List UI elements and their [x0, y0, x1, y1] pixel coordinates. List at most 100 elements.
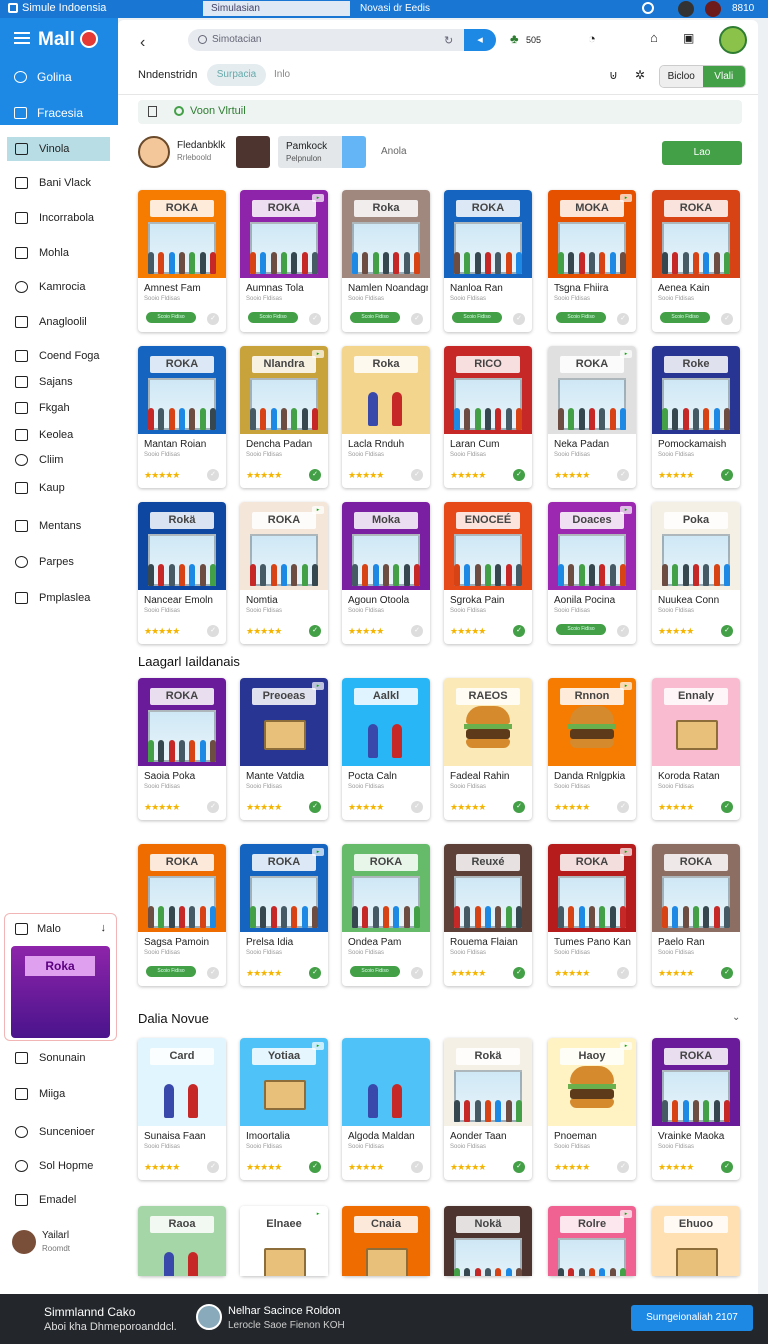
check-icon[interactable]: ✓	[411, 313, 423, 325]
product-card[interactable]: Poka Nuukea Conn Sooio Fldisas ★★★★★ ✓	[652, 502, 740, 644]
store-avatar[interactable]	[138, 136, 170, 168]
sidebar-item-14[interactable]: Pmplaslea	[7, 586, 110, 610]
sidebar-item-b3[interactable]: Sol Hopme	[7, 1154, 110, 1178]
product-card[interactable]: Preoeas ▸ Mante Vatdia Sooio Fldisas ★★★★★ ✓	[240, 678, 328, 820]
info-box[interactable]: Pamkock Pelpnulon	[278, 136, 366, 168]
check-icon[interactable]: ✓	[721, 625, 733, 637]
back-arrow-icon[interactable]: ‹	[140, 34, 145, 52]
check-icon[interactable]: ✓	[617, 967, 629, 979]
check-icon[interactable]: ✓	[309, 1161, 321, 1173]
settings-icon[interactable]: ✲	[635, 68, 645, 82]
lock-icon[interactable]: ▣	[683, 31, 694, 45]
tab-active[interactable]: Simulasian	[203, 1, 350, 16]
buy-button[interactable]: Scoio Fidiso	[248, 312, 298, 323]
product-card[interactable]: ROKA Paelo Ran Sooio Fldisas ★★★★★ ✓	[652, 844, 740, 986]
buy-button[interactable]: Scoio Fidiso	[350, 312, 400, 323]
tab-other[interactable]: Novasi dr Eedis	[360, 3, 430, 14]
check-icon[interactable]: ✓	[309, 801, 321, 813]
check-icon[interactable]: ✓	[411, 967, 423, 979]
product-card[interactable]: Roka Namlen Noandagn Sooio Fldisas Scoio Fi…	[342, 190, 430, 332]
arrow-down-icon[interactable]: ↓	[101, 922, 107, 934]
product-card[interactable]: Algoda Maldan Sooio Fldisas ★★★★★ ✓	[342, 1038, 430, 1180]
product-card[interactable]: Rokä Nancear Emoln Sooio Fldisas ★★★★★ ✓	[138, 502, 226, 644]
sidebar-item-b0[interactable]: Sonunain	[7, 1046, 110, 1070]
sidebar-item-b1[interactable]: Miiga	[7, 1082, 110, 1106]
product-card[interactable]: Aalkl Pocta Caln Sooio Fldisas ★★★★★ ✓	[342, 678, 430, 820]
product-card[interactable]: ROKA ▸ Nomtia Sooio Fldisas ★★★★★ ✓	[240, 502, 328, 644]
menu-icon[interactable]	[14, 32, 30, 44]
sidebar-item-7[interactable]: Sajans	[7, 370, 110, 394]
sidebar-preview-panel[interactable]: Malo ↓ Roka	[4, 913, 117, 1041]
check-icon[interactable]: ✓	[617, 625, 629, 637]
check-icon[interactable]: ✓	[207, 313, 219, 325]
notification-icon[interactable]	[705, 1, 721, 17]
product-card[interactable]: Rolre ▸	[548, 1206, 636, 1276]
toggle-left[interactable]: Bicloo	[660, 66, 703, 87]
buy-button[interactable]: Scoio Fidiso	[660, 312, 710, 323]
check-icon[interactable]: ✓	[513, 801, 525, 813]
check-icon[interactable]: ✓	[411, 625, 423, 637]
product-card[interactable]: Rokä Aonder Taan Sooio Fldisas ★★★★★ ✓	[444, 1038, 532, 1180]
product-card[interactable]: Raoa	[138, 1206, 226, 1276]
product-card[interactable]: Roka Lacla Rnduh Sooio Fldisas ★★★★★ ✓	[342, 346, 430, 488]
product-card[interactable]: RICO Laran Cum Sooio Fldisas ★★★★★ ✓	[444, 346, 532, 488]
sidebar-item-12[interactable]: Mentans	[7, 514, 110, 538]
product-card[interactable]: ENOCEÉ Sgroka Pain Sooio Fldisas ★★★★★ ✓	[444, 502, 532, 644]
check-icon[interactable]: ✓	[513, 469, 525, 481]
buy-button[interactable]: Scoio Fidiso	[452, 312, 502, 323]
check-icon[interactable]: ✓	[721, 967, 733, 979]
buy-button[interactable]: Scoio Fidiso	[146, 312, 196, 323]
sidebar-item-6[interactable]: Coend Foga	[7, 344, 110, 368]
product-card[interactable]: MOKA ▸ Tsgna Fhiira Sooio Fldisas Scoio Fidi…	[548, 190, 636, 332]
bottom-avatar[interactable]	[196, 1304, 222, 1330]
product-card[interactable]: Rnnon ▸ Danda Rnlgpkia Sooio Fldisas ★★★★★ ✓	[548, 678, 636, 820]
product-card[interactable]: Roke Pomockamaish Sooio Fldisas ★★★★★ ✓	[652, 346, 740, 488]
check-icon[interactable]: ✓	[617, 469, 629, 481]
check-icon[interactable]: ✓	[207, 801, 219, 813]
product-card[interactable]: Reuxé Rouema Flaian Sooio Fldisas ★★★★★ ✓	[444, 844, 532, 986]
product-card[interactable]: ROKA Amnest Fam Sooio Fldisas Scoio Fidiso ✓	[138, 190, 226, 332]
user-avatar[interactable]	[12, 1230, 36, 1254]
sidebar-item-11[interactable]: Kaup	[7, 476, 110, 500]
search-input[interactable]: Simotacian ↻ ◂	[188, 29, 496, 51]
check-icon[interactable]: ✓	[309, 625, 321, 637]
product-card[interactable]: ROKA Ondea Pam Sooio Fldisas Scoio Fidiso ✓	[342, 844, 430, 986]
check-icon[interactable]: ✓	[207, 625, 219, 637]
bottom-action-button[interactable]: Surngeionaliah 2107	[631, 1305, 753, 1331]
check-icon[interactable]: ✓	[513, 967, 525, 979]
check-icon[interactable]: ✓	[411, 469, 423, 481]
sidebar-item-9[interactable]: Keolea	[7, 423, 110, 447]
check-icon[interactable]: ✓	[513, 313, 525, 325]
sidebar-item-10[interactable]: Cliim	[7, 448, 110, 472]
check-icon[interactable]: ✓	[513, 625, 525, 637]
store-thumbnail[interactable]	[236, 136, 270, 168]
product-card[interactable]: RAEOS Fadeal Rahin Sooio Fldisas ★★★★★ ✓	[444, 678, 532, 820]
sidebar-item-3[interactable]: Mohla	[7, 241, 110, 265]
product-card[interactable]: ROKA Nanloa Ran Sooio Fldisas Scoio Fidiso ✓	[444, 190, 532, 332]
sidebar-item-8[interactable]: Fkgah	[7, 396, 110, 420]
avatar[interactable]	[678, 1, 694, 17]
sidebar-item-4[interactable]: Kamrocia	[7, 275, 110, 299]
clock-icon[interactable]: ◔	[588, 31, 596, 46]
product-card[interactable]: Yotiaa ▸ Imoortalia Sooio Fldisas ★★★★★ ✓	[240, 1038, 328, 1180]
buy-button[interactable]: Scoio Fidiso	[556, 624, 606, 635]
sidebar-item-b2[interactable]: Suncenioer	[7, 1120, 110, 1144]
info-link[interactable]: Inlo	[274, 69, 290, 80]
buy-button[interactable]: Scoio Fidiso	[146, 966, 196, 977]
sidebar-item-1[interactable]: Bani Vlack	[7, 171, 110, 195]
sidebar-item-13[interactable]: Parpes	[7, 550, 110, 574]
check-icon[interactable]: ✓	[721, 469, 733, 481]
search-icon[interactable]	[642, 2, 654, 14]
check-icon[interactable]: ✓	[207, 469, 219, 481]
product-card[interactable]: ROKA Aenea Kain Sooio Fldisas Scoio Fidiso ✓	[652, 190, 740, 332]
product-card[interactable]: Elnaee ▸	[240, 1206, 328, 1276]
product-card[interactable]: ROKA ▸ Tumes Pano Kan Sooio Fldisas ★★★★★ ✓	[548, 844, 636, 986]
product-card[interactable]: ROKA ▸ Neka Padan Sooio Fldisas ★★★★★ ✓	[548, 346, 636, 488]
product-card[interactable]: Nlandra ▸ Dencha Padan Sooio Fldisas ★★★★★ ✓	[240, 346, 328, 488]
check-icon[interactable]: ✓	[721, 801, 733, 813]
product-card[interactable]: Moka Agoun Otoola Sooio Fldisas ★★★★★ ✓	[342, 502, 430, 644]
search-go-button[interactable]: ◂	[464, 29, 496, 51]
sprout-icon[interactable]: ♣	[510, 31, 519, 46]
product-card[interactable]: Doaces ▸ Aonila Pocina Sooio Fldisas Scoio F…	[548, 502, 636, 644]
sidebar-item-b4[interactable]: Emadel	[7, 1188, 110, 1212]
